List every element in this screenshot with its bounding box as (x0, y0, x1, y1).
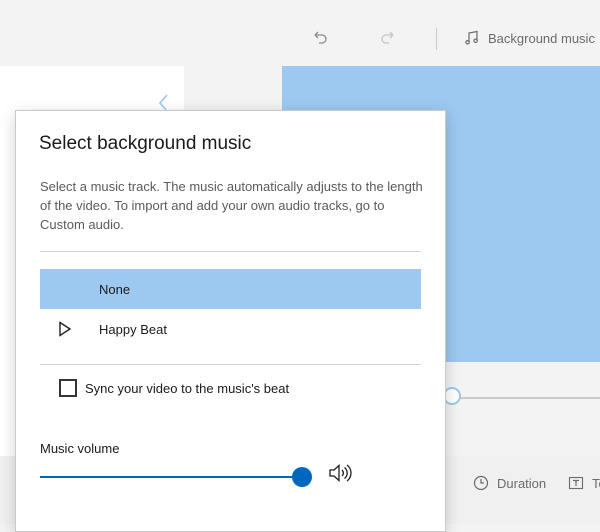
track-label: None (99, 281, 131, 297)
dialog-description: Select a music track. The music automati… (40, 179, 423, 232)
redo-icon (381, 31, 394, 44)
text-label: Te (592, 475, 600, 491)
volume-slider-thumb[interactable] (292, 467, 312, 487)
track-label: Happy Beat (99, 321, 167, 337)
sync-checkbox[interactable] (59, 379, 77, 397)
background-music-label: Background music (488, 30, 595, 46)
clock-icon (473, 475, 489, 491)
background-music-button[interactable]: Background music (464, 26, 595, 50)
sync-to-beat-option[interactable]: Sync your video to the music's beat (59, 379, 289, 397)
scrubber-track[interactable] (440, 397, 600, 399)
toolbar-divider (436, 28, 437, 50)
undo-button[interactable] (307, 24, 333, 50)
divider (40, 364, 421, 365)
volume-slider-track[interactable] (40, 476, 302, 478)
divider (40, 251, 421, 252)
text-icon (568, 476, 584, 490)
undo-icon (314, 31, 327, 44)
music-note-icon (465, 30, 478, 45)
sync-label: Sync your video to the music's beat (85, 380, 290, 396)
select-background-music-dialog: Select background music Select a music t… (15, 110, 446, 532)
dialog-title: Select background music (39, 133, 252, 154)
speaker-icon[interactable] (328, 462, 352, 484)
duration-label: Duration (497, 475, 547, 491)
duration-button[interactable]: Duration (473, 475, 546, 491)
track-item-none[interactable]: None (40, 269, 421, 309)
top-toolbar: Background music (0, 0, 600, 66)
text-button[interactable]: Te (568, 475, 600, 491)
play-icon[interactable] (58, 321, 72, 337)
music-volume-label: Music volume (40, 441, 120, 456)
track-item-happy-beat[interactable]: Happy Beat (40, 309, 421, 349)
redo-button[interactable] (375, 24, 401, 50)
